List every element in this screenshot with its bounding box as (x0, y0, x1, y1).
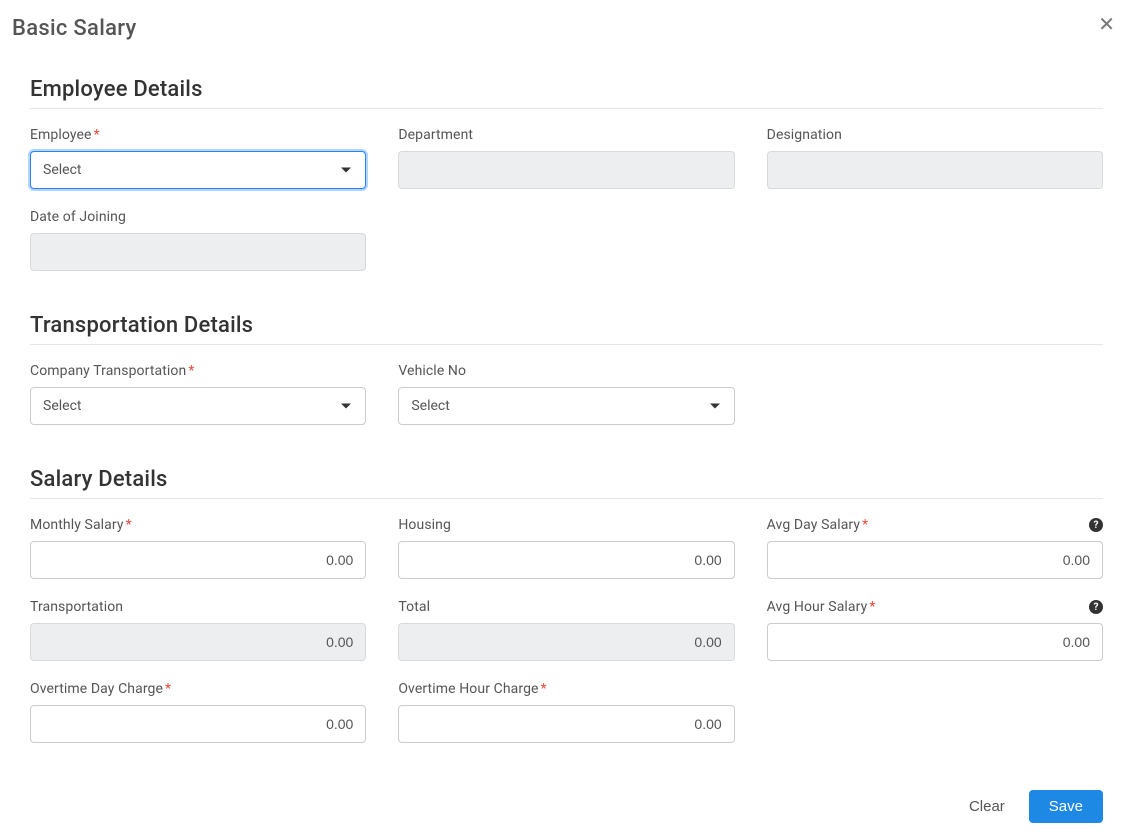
ot-day-label: Overtime Day Charge* (30, 681, 366, 697)
basic-salary-modal: Basic Salary ✕ Employee Details Employee… (0, 0, 1133, 837)
modal-title: Basic Salary (12, 16, 137, 41)
ot-hour-label: Overtime Hour Charge* (398, 681, 734, 697)
section-heading-transportation: Transportation Details (30, 291, 1103, 345)
vehicle-no-select[interactable]: Select (398, 387, 734, 425)
salary-row-3: Overtime Day Charge* Overtime Hour Charg… (30, 681, 1103, 743)
transportation-salary-field (30, 623, 366, 661)
total-field (398, 623, 734, 661)
housing-label: Housing (398, 517, 734, 533)
department-field (398, 151, 734, 189)
monthly-salary-field[interactable] (30, 541, 366, 579)
company-trans-label: Company Transportation* (30, 363, 366, 379)
vehicle-no-label: Vehicle No (398, 363, 734, 379)
salary-row-1: Monthly Salary* Housing Avg Day Salary* … (30, 517, 1103, 579)
required-star: * (541, 681, 547, 697)
save-button[interactable]: Save (1029, 790, 1103, 823)
chevron-down-icon (710, 404, 720, 409)
ot-hour-field[interactable] (398, 705, 734, 743)
avg-day-label: Avg Day Salary* ? (767, 517, 1103, 533)
monthly-salary-label-text: Monthly Salary (30, 517, 124, 533)
doj-field (30, 233, 366, 271)
ot-day-field[interactable] (30, 705, 366, 743)
modal-header: Basic Salary ✕ (0, 0, 1133, 51)
avg-day-label-text: Avg Day Salary (767, 517, 860, 533)
salary-row-2: Transportation Total Avg Hour Salary* ? (30, 599, 1103, 661)
company-trans-select-value: Select (43, 398, 81, 414)
section-heading-employee: Employee Details (30, 55, 1103, 109)
required-star: * (165, 681, 171, 697)
employee-label-text: Employee (30, 127, 92, 143)
section-heading-salary: Salary Details (30, 445, 1103, 499)
required-star: * (94, 127, 100, 143)
employee-select-value: Select (43, 162, 81, 178)
avg-hour-field[interactable] (767, 623, 1103, 661)
modal-body[interactable]: Employee Details Employee* Select Depart… (0, 51, 1133, 776)
required-star: * (188, 363, 194, 379)
designation-label: Designation (767, 127, 1103, 143)
monthly-salary-label: Monthly Salary* (30, 517, 366, 533)
avg-hour-label: Avg Hour Salary* ? (767, 599, 1103, 615)
required-star: * (869, 599, 875, 615)
vehicle-no-select-value: Select (411, 398, 449, 414)
company-trans-label-text: Company Transportation (30, 363, 186, 379)
employee-select[interactable]: Select (30, 151, 366, 189)
help-icon[interactable]: ? (1089, 600, 1103, 614)
transportation-row: Company Transportation* Select Vehicle N… (30, 363, 1103, 425)
housing-field[interactable] (398, 541, 734, 579)
clear-button[interactable]: Clear (965, 792, 1009, 821)
chevron-down-icon (341, 168, 351, 173)
close-icon[interactable]: ✕ (1092, 12, 1121, 36)
total-label: Total (398, 599, 734, 615)
ot-hour-label-text: Overtime Hour Charge (398, 681, 538, 697)
designation-field (767, 151, 1103, 189)
employee-label: Employee* (30, 127, 366, 143)
avg-day-field[interactable] (767, 541, 1103, 579)
company-trans-select[interactable]: Select (30, 387, 366, 425)
department-label: Department (398, 127, 734, 143)
employee-row-1: Employee* Select Department Designation (30, 127, 1103, 189)
required-star: * (862, 517, 868, 533)
chevron-down-icon (341, 404, 351, 409)
doj-label: Date of Joining (30, 209, 366, 225)
avg-hour-label-text: Avg Hour Salary (767, 599, 868, 615)
modal-footer: Clear Save (0, 776, 1133, 837)
employee-row-2: Date of Joining (30, 209, 1103, 271)
ot-day-label-text: Overtime Day Charge (30, 681, 163, 697)
required-star: * (126, 517, 132, 533)
transportation-salary-label: Transportation (30, 599, 366, 615)
help-icon[interactable]: ? (1089, 518, 1103, 532)
